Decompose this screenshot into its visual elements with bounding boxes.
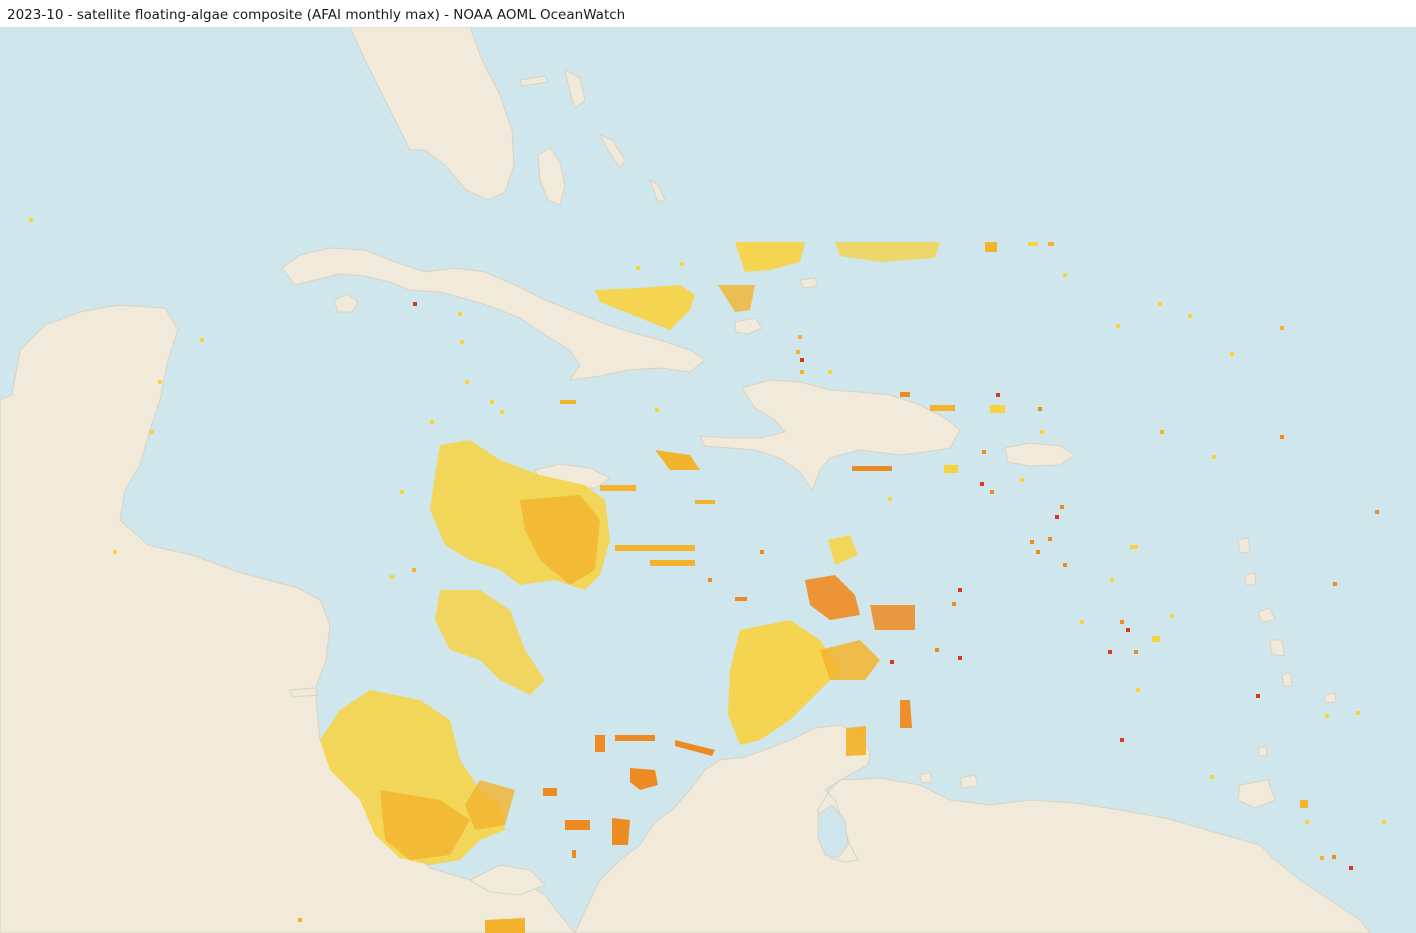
land-turks [799,277,819,289]
algae-patch-central-4 [870,605,915,630]
algae-patch-south-6 [615,735,655,741]
algae-patch-south-7 [485,918,525,933]
land-bay-islands [289,687,319,698]
land-dominica [1237,537,1251,554]
map-svg [0,27,1416,933]
land-barbados [1324,692,1337,704]
algae-patch-south-4 [595,735,605,752]
algae-patch-south-3 [565,820,590,830]
algae-patch-venezuela-2 [900,700,912,728]
land-grenada [1257,745,1268,757]
algae-patch-venezuela-1 [846,726,866,756]
map-canvas[interactable] [0,27,1416,933]
land-martinique [1269,639,1285,657]
land-antigua [1244,572,1257,586]
land-st-lucia [1281,671,1293,687]
title-bar: 2023-10 - satellite floating-algae compo… [0,0,1416,27]
map-title: 2023-10 - satellite floating-algae compo… [7,7,626,23]
algae-patch-south-2 [612,818,630,845]
